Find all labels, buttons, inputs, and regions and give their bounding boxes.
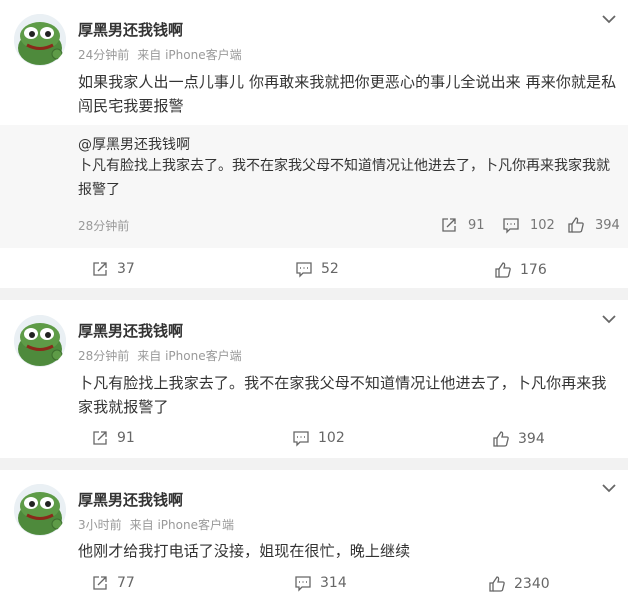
comment-count: 52 (321, 261, 339, 277)
comment-button[interactable]: 52 (295, 259, 339, 279)
comment-icon (296, 262, 312, 278)
divider (0, 288, 628, 300)
comment-icon (503, 218, 519, 234)
pepe-frog-avatar-icon (14, 315, 66, 367)
author-name[interactable]: 厚黑男还我钱啊 (78, 19, 183, 40)
divider (0, 458, 628, 470)
thumbs-up-icon (495, 262, 511, 278)
quoted-text: 卜凡有脸找上我家去了。我不在家我父母不知道情况让他进去了，卜凡你再来我家我就报警… (78, 158, 610, 198)
like-count: 394 (518, 431, 545, 447)
like-button[interactable]: 176 (494, 260, 547, 280)
post-3: 厚黑男还我钱啊 3小时前 来自 iPhone客户端 他刚才给我打电话了没接，姐现在… (0, 470, 628, 595)
post-meta: 28分钟前 来自 iPhone客户端 (78, 347, 242, 364)
comment-count: 102 (318, 430, 345, 446)
post-text: 他刚才给我打电话了没接，姐现在很忙，晚上继续 (78, 542, 411, 560)
post-text: 如果我家人出一点儿事儿 你再敢来我就把你更恶心的事儿全说出来 再来你就是私闯民宅… (78, 73, 617, 115)
quoted-time: 28分钟前 (78, 219, 130, 233)
quoted-post[interactable]: @厚黑男还我钱啊 卜凡有脸找上我家去了。我不在家我父母不知道情况让他进去了，卜凡… (0, 125, 628, 248)
repost-button[interactable]: 91 (91, 428, 135, 448)
post-2: 厚黑男还我钱啊 28分钟前 来自 iPhone客户端 卜凡有脸找上我家去了。我不在… (0, 300, 628, 458)
comment-count: 314 (320, 575, 347, 591)
repost-icon (93, 576, 107, 590)
chevron-down-icon[interactable] (598, 310, 620, 328)
comment-button[interactable]: 314 (294, 573, 347, 593)
like-button[interactable]: 394 (492, 429, 545, 449)
post-source: 来自 iPhone客户端 (137, 349, 242, 363)
avatar[interactable] (14, 315, 66, 367)
avatar[interactable] (14, 14, 66, 66)
quoted-comment-button[interactable]: 102 (502, 215, 555, 235)
thumbs-up-icon (493, 431, 509, 447)
pepe-frog-avatar-icon (14, 484, 66, 536)
comment-icon (293, 431, 309, 447)
post-meta: 3小时前 来自 iPhone客户端 (78, 516, 234, 533)
repost-icon (442, 218, 456, 232)
repost-icon (93, 431, 107, 445)
author-name[interactable]: 厚黑男还我钱啊 (78, 320, 183, 341)
quoted-comment-count: 102 (530, 217, 555, 233)
like-button[interactable]: 2340 (488, 574, 550, 594)
post-source: 来自 iPhone客户端 (137, 48, 242, 62)
quoted-like-count: 394 (595, 217, 620, 233)
chevron-down-icon[interactable] (598, 10, 620, 28)
post-time: 3小时前 (78, 518, 122, 532)
post-time: 24分钟前 (78, 48, 130, 62)
post-1: 厚黑男还我钱啊 24分钟前 来自 iPhone客户端 如果我家人出一点儿事儿 你再… (0, 0, 628, 288)
comment-icon (295, 576, 311, 592)
quoted-repost-button[interactable]: 91 (440, 215, 485, 235)
repost-count: 37 (117, 261, 135, 277)
quoted-like-button[interactable]: 394 (567, 215, 620, 235)
repost-button[interactable]: 77 (91, 573, 135, 593)
post-time: 28分钟前 (78, 349, 130, 363)
quoted-author[interactable]: @厚黑男还我钱啊 (78, 134, 190, 154)
pepe-frog-avatar-icon (14, 14, 66, 66)
post-text: 卜凡有脸找上我家去了。我不在家我父母不知道情况让他进去了，卜凡你再来我家我就报警… (78, 374, 607, 416)
post-source: 来自 iPhone客户端 (129, 518, 234, 532)
avatar[interactable] (14, 484, 66, 536)
author-name[interactable]: 厚黑男还我钱啊 (78, 489, 183, 510)
thumbs-up-icon (568, 217, 584, 233)
chevron-down-icon[interactable] (598, 479, 620, 497)
thumbs-up-icon (489, 576, 505, 592)
repost-icon (93, 262, 107, 276)
like-count: 2340 (514, 576, 550, 592)
repost-count: 77 (117, 575, 135, 591)
repost-count: 91 (117, 430, 135, 446)
repost-button[interactable]: 37 (91, 259, 135, 279)
comment-button[interactable]: 102 (292, 428, 345, 448)
like-count: 176 (520, 262, 547, 278)
post-meta: 24分钟前 来自 iPhone客户端 (78, 46, 242, 63)
quoted-repost-count: 91 (468, 217, 485, 233)
